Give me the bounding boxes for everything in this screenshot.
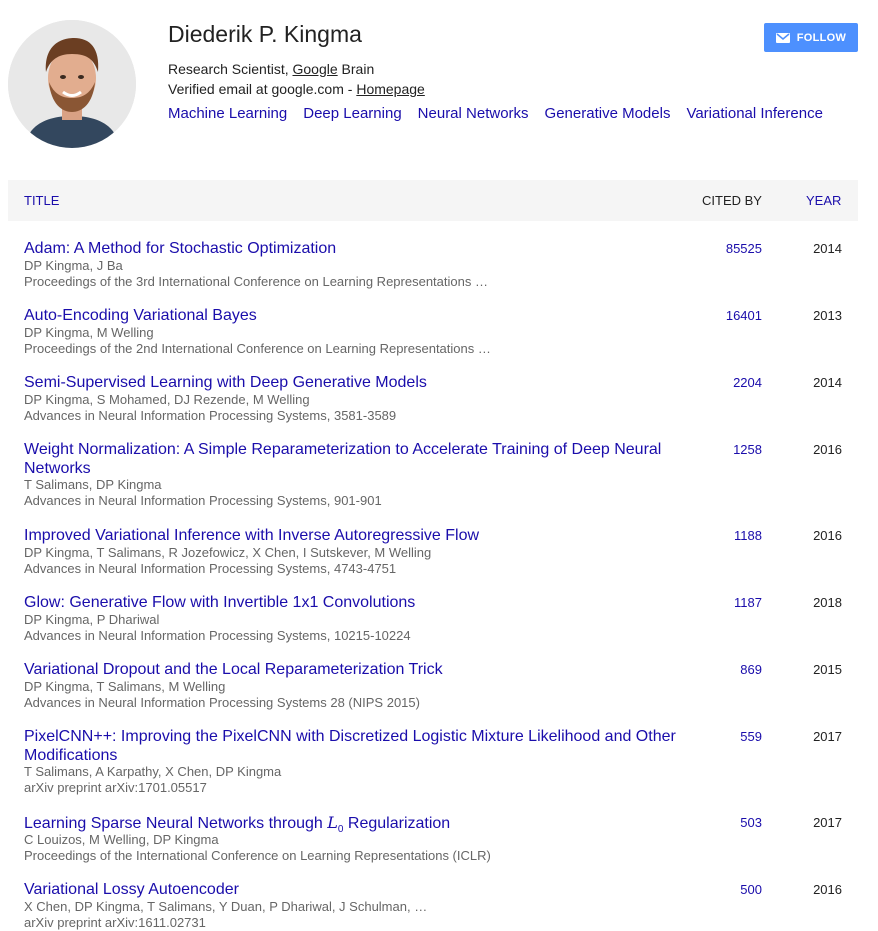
- publication-authors: T Salimans, A Karpathy, X Chen, DP Kingm…: [24, 764, 282, 779]
- affiliation: Research Scientist, Google Brain: [168, 60, 374, 78]
- publication-venue: Advances in Neural Information Processin…: [24, 408, 397, 423]
- publication-venue: arXiv preprint arXiv:1611.02731: [24, 915, 206, 930]
- cited-count[interactable]: 559: [740, 729, 762, 744]
- cited-count[interactable]: 1188: [734, 528, 762, 543]
- publication-authors: DP Kingma, P Dhariwal: [24, 612, 160, 627]
- table-row: Auto-Encoding Variational Bayes DP Kingm…: [8, 306, 858, 358]
- publication-authors: DP Kingma, J Ba: [24, 258, 123, 273]
- table-row: Variational Lossy Autoencoder X Chen, DP…: [8, 880, 858, 931]
- publication-title[interactable]: Improved Variational Inference with Inve…: [24, 526, 692, 545]
- cited-count[interactable]: 85525: [726, 241, 762, 256]
- publication-year: 2018: [813, 595, 842, 610]
- interest-neural-networks[interactable]: Neural Networks: [418, 104, 529, 124]
- publication-authors: C Louizos, M Welling, DP Kingma: [24, 832, 219, 847]
- publication-title[interactable]: Weight Normalization: A Simple Reparamet…: [24, 440, 692, 478]
- publication-title[interactable]: Auto-Encoding Variational Bayes: [24, 306, 692, 325]
- publication-title[interactable]: Glow: Generative Flow with Invertible 1x…: [24, 593, 692, 612]
- table-row: Improved Variational Inference with Inve…: [8, 526, 858, 578]
- publication-year: 2013: [813, 308, 842, 323]
- cited-count[interactable]: 869: [740, 662, 762, 677]
- table-row: Glow: Generative Flow with Invertible 1x…: [8, 593, 858, 645]
- role-suffix: Brain: [337, 61, 375, 77]
- publication-authors: DP Kingma, T Salimans, M Welling: [24, 679, 226, 694]
- publication-year: 2017: [813, 729, 842, 744]
- publication-authors: T Salimans, DP Kingma: [24, 477, 162, 492]
- table-row: Semi-Supervised Learning with Deep Gener…: [8, 373, 858, 425]
- publication-year: 2016: [813, 882, 842, 897]
- math-symbol: L: [327, 813, 338, 832]
- publication-year: 2017: [813, 815, 842, 830]
- sort-by-title[interactable]: TITLE: [24, 193, 59, 208]
- publication-venue: Proceedings of the International Confere…: [24, 848, 491, 863]
- publication-title[interactable]: Variational Lossy Autoencoder: [24, 880, 692, 899]
- table-row: Variational Dropout and the Local Repara…: [8, 660, 858, 712]
- publication-venue: arXiv preprint arXiv:1701.05517: [24, 780, 207, 795]
- publication-title[interactable]: PixelCNN++: Improving the PixelCNN with …: [24, 727, 692, 765]
- cited-by-header: CITED BY: [702, 193, 762, 208]
- email-text: Verified email at google.com -: [168, 81, 357, 97]
- publication-venue: Proceedings of the 2nd International Con…: [24, 341, 491, 356]
- cited-count[interactable]: 503: [740, 815, 762, 830]
- title-suffix: Regularization: [343, 815, 451, 832]
- sort-by-year[interactable]: YEAR: [806, 193, 841, 208]
- cited-count[interactable]: 500: [740, 882, 762, 897]
- table-row: PixelCNN++: Improving the PixelCNN with …: [8, 727, 858, 797]
- publication-year: 2014: [813, 375, 842, 390]
- cited-count[interactable]: 16401: [726, 308, 762, 323]
- interest-machine-learning[interactable]: Machine Learning: [168, 104, 287, 124]
- publication-venue: Proceedings of the 3rd International Con…: [24, 274, 488, 289]
- publication-venue: Advances in Neural Information Processin…: [24, 628, 411, 643]
- publication-venue: Advances in Neural Information Processin…: [24, 493, 382, 508]
- profile-photo: [8, 20, 136, 148]
- publication-title[interactable]: Variational Dropout and the Local Repara…: [24, 660, 692, 679]
- cited-count[interactable]: 1258: [733, 442, 762, 457]
- follow-label: FOLLOW: [796, 31, 847, 44]
- verified-email: Verified email at google.com - Homepage: [168, 80, 425, 98]
- publication-year: 2016: [813, 442, 842, 457]
- cited-count[interactable]: 1187: [734, 595, 762, 610]
- follow-button[interactable]: FOLLOW: [764, 23, 858, 52]
- profile-name: Diederik P. Kingma: [168, 21, 362, 47]
- publication-venue: Advances in Neural Information Processin…: [24, 561, 397, 576]
- table-row: Adam: A Method for Stochastic Optimizati…: [8, 239, 858, 291]
- publication-title[interactable]: Semi-Supervised Learning with Deep Gener…: [24, 373, 692, 392]
- publication-authors: X Chen, DP Kingma, T Salimans, Y Duan, P…: [24, 899, 428, 914]
- interest-deep-learning[interactable]: Deep Learning: [303, 104, 401, 124]
- homepage-link[interactable]: Homepage: [356, 81, 425, 97]
- publication-year: 2016: [813, 528, 842, 543]
- table-row: Weight Normalization: A Simple Reparamet…: [8, 440, 858, 510]
- org-link[interactable]: Google: [293, 61, 338, 77]
- publication-venue: Advances in Neural Information Processin…: [24, 695, 420, 710]
- table-row: Learning Sparse Neural Networks through …: [8, 813, 858, 865]
- title-prefix: Learning Sparse Neural Networks through: [24, 815, 328, 832]
- interest-variational-inference[interactable]: Variational Inference: [686, 104, 822, 124]
- publication-title[interactable]: Adam: A Method for Stochastic Optimizati…: [24, 239, 692, 258]
- cited-count[interactable]: 2204: [733, 375, 762, 390]
- publication-authors: DP Kingma, T Salimans, R Jozefowicz, X C…: [24, 545, 432, 560]
- role-prefix: Research Scientist,: [168, 61, 293, 77]
- publication-authors: DP Kingma, M Welling: [24, 325, 154, 340]
- envelope-icon: [775, 32, 790, 43]
- table-header: TITLE CITED BY YEAR: [8, 180, 858, 221]
- publication-year: 2015: [813, 662, 842, 677]
- interest-generative-models[interactable]: Generative Models: [545, 104, 671, 124]
- publication-year: 2014: [813, 241, 842, 256]
- avatar: [8, 20, 136, 148]
- publication-authors: DP Kingma, S Mohamed, DJ Rezende, M Well…: [24, 392, 310, 407]
- research-interests: Machine Learning Deep Learning Neural Ne…: [168, 104, 839, 124]
